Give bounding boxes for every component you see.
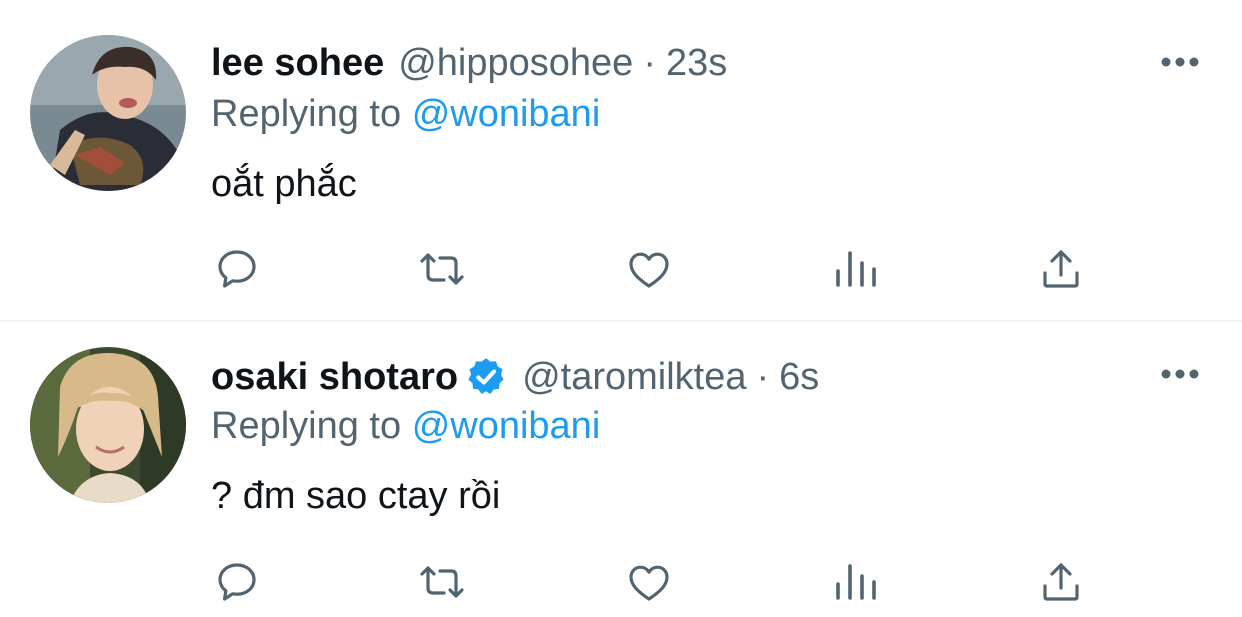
analytics-icon[interactable] <box>828 241 884 297</box>
like-icon[interactable] <box>621 554 677 610</box>
replying-to-line: Replying to @wonibani <box>211 405 600 448</box>
display-name[interactable]: osaki shotaro <box>211 356 458 399</box>
tweet-text: oắt phắc <box>211 163 357 205</box>
share-icon[interactable] <box>1033 554 1089 610</box>
tweet[interactable]: osaki shotaro @taromilktea · 6s Replying… <box>0 322 1242 617</box>
retweet-icon[interactable] <box>414 554 470 610</box>
verified-badge-icon <box>464 355 508 399</box>
action-bar <box>0 241 1242 301</box>
timestamp[interactable]: 23s <box>666 42 727 85</box>
timestamp[interactable]: 6s <box>779 356 819 399</box>
like-icon[interactable] <box>621 241 677 297</box>
retweet-icon[interactable] <box>414 241 470 297</box>
replying-prefix: Replying to <box>211 405 402 447</box>
share-icon[interactable] <box>1033 241 1089 297</box>
tweet-text: ? đm sao ctay rồi <box>211 475 501 517</box>
separator-dot: · <box>643 41 656 84</box>
avatar[interactable] <box>30 35 186 191</box>
display-name[interactable]: lee sohee <box>211 42 384 85</box>
reply-icon[interactable] <box>209 554 265 610</box>
avatar[interactable] <box>30 347 186 503</box>
tweet[interactable]: lee sohee @hipposohee · 23s Replying to … <box>0 0 1242 320</box>
tweet-header: osaki shotaro @taromilktea · 6s <box>211 352 819 402</box>
reply-mention-link[interactable]: @wonibani <box>412 405 601 447</box>
user-handle[interactable]: @hipposohee <box>398 42 633 85</box>
replying-to-line: Replying to @wonibani <box>211 93 600 136</box>
separator-dot: · <box>756 355 770 398</box>
tweet-header: lee sohee @hipposohee · 23s <box>211 38 727 88</box>
analytics-icon[interactable] <box>828 554 884 610</box>
replying-prefix: Replying to <box>211 93 402 135</box>
user-handle[interactable]: @taromilktea <box>522 356 746 399</box>
action-bar <box>0 554 1242 614</box>
more-options-icon[interactable] <box>1158 52 1202 72</box>
reply-mention-link[interactable]: @wonibani <box>412 93 601 135</box>
reply-icon[interactable] <box>209 241 265 297</box>
more-options-icon[interactable] <box>1158 364 1202 384</box>
